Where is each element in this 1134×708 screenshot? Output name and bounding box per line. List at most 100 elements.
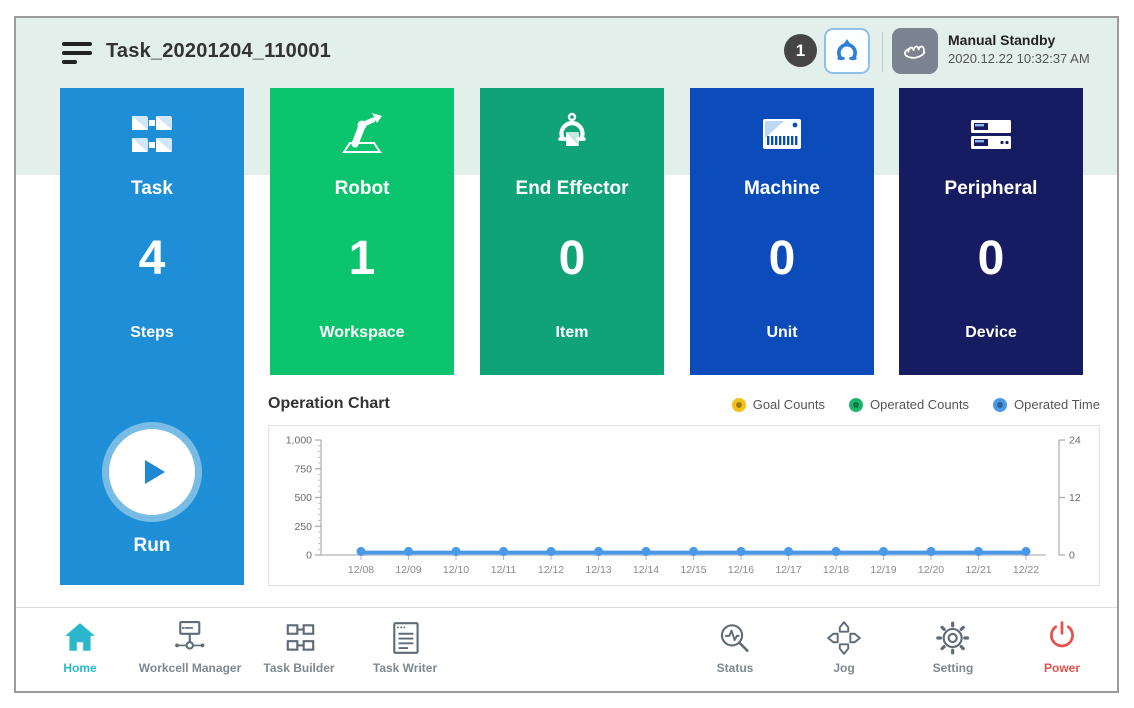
annotation-badge: 1 (784, 34, 817, 67)
status-text: Manual Standby (948, 32, 1090, 48)
svg-text:12/09: 12/09 (395, 564, 421, 576)
nav-power[interactable]: Power (1044, 620, 1080, 675)
legend-operated-counts: Operated Counts (849, 397, 969, 412)
chart-legend: Goal Counts Operated Counts Operated Tim… (732, 397, 1100, 412)
robot-status: Manual Standby 2020.12.22 10:32:37 AM (948, 32, 1090, 66)
card-title: Robot (270, 178, 454, 200)
nav-workcell-manager[interactable]: Workcell Manager (139, 620, 241, 675)
nav-task-writer[interactable]: Task Writer (373, 620, 437, 675)
card-title: Task (60, 178, 244, 200)
nav-setting[interactable]: Setting (933, 620, 974, 675)
legend-operated-time: Operated Time (993, 397, 1100, 412)
svg-text:12/19: 12/19 (870, 564, 896, 576)
play-icon (132, 452, 172, 492)
task-writer-icon (387, 620, 423, 656)
card-unit: Steps (60, 324, 244, 342)
svg-text:1,000: 1,000 (286, 435, 312, 447)
nav-jog[interactable]: Jog (826, 620, 862, 675)
operated-counts-dot-icon (849, 398, 863, 412)
svg-text:12/14: 12/14 (633, 564, 659, 576)
nav-label: Home (63, 661, 96, 675)
card-unit: Workspace (270, 324, 454, 342)
svg-text:12/15: 12/15 (680, 564, 706, 576)
nav-status[interactable]: Status (717, 620, 754, 675)
svg-text:12/10: 12/10 (443, 564, 469, 576)
svg-text:250: 250 (294, 521, 312, 533)
svg-text:12/08: 12/08 (348, 564, 374, 576)
svg-text:12/17: 12/17 (775, 564, 801, 576)
legend-label: Operated Counts (870, 397, 969, 412)
screen: Task_20201204_110001 1 Manual Standby 20… (0, 0, 1134, 708)
task-builder-icon (281, 620, 317, 656)
nav-task-builder[interactable]: Task Builder (263, 620, 334, 675)
card-value: 1 (270, 231, 454, 286)
gripper-tool-button[interactable] (824, 28, 870, 74)
nav-home[interactable]: Home (62, 620, 98, 675)
svg-text:12: 12 (1069, 492, 1081, 504)
card-title: Machine (690, 178, 874, 200)
goal-counts-dot-icon (732, 398, 746, 412)
svg-text:24: 24 (1069, 435, 1081, 447)
jog-icon (826, 620, 862, 656)
card-peripheral[interactable]: Peripheral 0 Device (899, 88, 1083, 375)
svg-text:500: 500 (294, 492, 312, 504)
nav-label: Workcell Manager (139, 661, 241, 675)
task-icon (126, 108, 178, 160)
machine-icon (756, 108, 808, 160)
svg-text:12/16: 12/16 (728, 564, 754, 576)
card-value: 4 (60, 231, 244, 286)
nav-label: Jog (833, 661, 854, 675)
status-timestamp: 2020.12.22 10:32:37 AM (948, 51, 1090, 66)
task-title: Task_20201204_110001 (106, 40, 331, 63)
home-icon (62, 620, 98, 656)
chart-title: Operation Chart (268, 395, 390, 413)
nav-label: Power (1044, 661, 1080, 675)
card-task[interactable]: Task 4 Steps Run (60, 88, 244, 585)
card-robot[interactable]: Robot 1 Workspace (270, 88, 454, 375)
card-end-effector[interactable]: End Effector 0 Item (480, 88, 664, 375)
bottom-navigation: Home Workcell Manager (16, 607, 1117, 691)
operated-time-dot-icon (993, 398, 1007, 412)
svg-text:12/11: 12/11 (491, 564, 517, 576)
hand-icon (898, 34, 932, 68)
run-button[interactable] (109, 429, 195, 515)
card-unit: Unit (690, 324, 874, 342)
legend-label: Operated Time (1014, 397, 1100, 412)
legend-label: Goal Counts (753, 397, 825, 412)
legend-goal-counts: Goal Counts (732, 397, 825, 412)
robot-arm-icon (336, 108, 388, 160)
svg-text:12/20: 12/20 (918, 564, 944, 576)
svg-text:750: 750 (294, 463, 312, 475)
svg-text:12/13: 12/13 (585, 564, 611, 576)
card-value: 0 (690, 231, 874, 286)
header-divider (882, 32, 883, 72)
svg-text:0: 0 (306, 550, 312, 562)
card-value: 0 (480, 231, 664, 286)
svg-text:12/22: 12/22 (1013, 564, 1039, 576)
power-icon (1044, 620, 1080, 656)
workcell-manager-icon (172, 620, 208, 656)
setting-gear-icon (935, 620, 971, 656)
gripper-icon (830, 34, 864, 68)
nav-label: Task Writer (373, 661, 437, 675)
svg-text:12/21: 12/21 (965, 564, 991, 576)
svg-text:12/18: 12/18 (823, 564, 849, 576)
manual-mode-button[interactable] (892, 28, 938, 74)
nav-label: Setting (933, 661, 974, 675)
card-unit: Item (480, 324, 664, 342)
svg-text:12/12: 12/12 (538, 564, 564, 576)
operation-chart: 0 250 500 750 1,000 0 12 24 12/08 12/09 12/10 12/11… (268, 425, 1100, 586)
card-title: End Effector (480, 178, 664, 200)
card-unit: Device (899, 324, 1083, 342)
nav-label: Status (717, 661, 754, 675)
menu-icon[interactable] (62, 42, 92, 68)
card-value: 0 (899, 231, 1083, 286)
card-title: Peripheral (899, 178, 1083, 200)
card-machine[interactable]: Machine 0 Unit (690, 88, 874, 375)
gripper-claw-icon (546, 108, 598, 160)
nav-label: Task Builder (263, 661, 334, 675)
status-icon (717, 620, 753, 656)
chart-canvas: 0 250 500 750 1,000 0 12 24 12/08 12/09 12/10 12/11… (269, 426, 1099, 585)
peripheral-icon (965, 108, 1017, 160)
svg-text:0: 0 (1069, 550, 1075, 562)
